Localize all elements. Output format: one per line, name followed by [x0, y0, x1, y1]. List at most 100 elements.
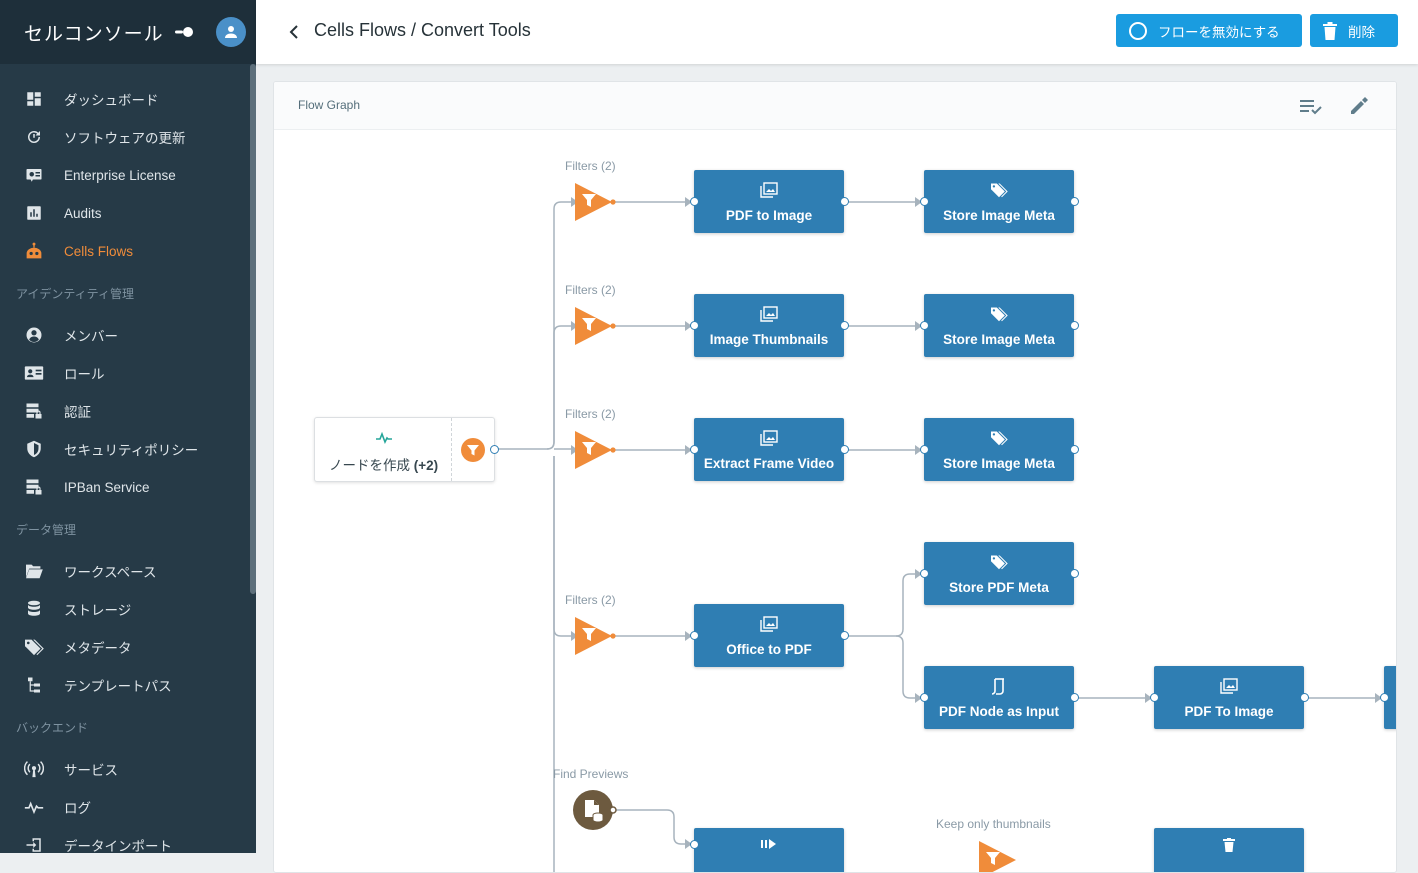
- output-port[interactable]: [490, 445, 499, 454]
- sidebar-item-ipban[interactable]: IPBan Service: [0, 468, 250, 506]
- output-port[interactable]: [840, 631, 849, 640]
- input-port[interactable]: [920, 569, 929, 578]
- sidebar-item-enterprise-license[interactable]: Enterprise License: [0, 156, 250, 194]
- output-port[interactable]: [840, 197, 849, 206]
- disable-flow-button[interactable]: フローを無効にする: [1116, 14, 1302, 47]
- input-port[interactable]: [1150, 693, 1159, 702]
- filter-icon[interactable]: [574, 182, 618, 227]
- image-multiple-icon: [694, 182, 844, 198]
- output-port[interactable]: [840, 445, 849, 454]
- sidebar-item-cells-flows[interactable]: Cells Flows: [0, 232, 250, 270]
- filter-label: Filters (2): [565, 407, 616, 421]
- shield-icon: [24, 439, 44, 459]
- node-label: Store PDF Meta: [949, 580, 1049, 595]
- start-node[interactable]: ノードを作成 (+2): [314, 417, 499, 482]
- action-node-partial[interactable]: [1380, 666, 1396, 729]
- update-icon: [24, 127, 44, 147]
- action-node-extract-frame-video[interactable]: Extract Frame Video: [690, 418, 849, 481]
- input-port[interactable]: [920, 693, 929, 702]
- output-port[interactable]: [1070, 321, 1079, 330]
- input-port[interactable]: [1380, 693, 1389, 702]
- sidebar-item-metadata[interactable]: メタデータ: [0, 628, 250, 666]
- keep-thumbnails-label: Keep only thumbnails: [936, 817, 1051, 831]
- filter-icon[interactable]: [460, 437, 486, 468]
- avatar[interactable]: [216, 17, 246, 47]
- sidebar-scrollbar[interactable]: [250, 64, 256, 594]
- sidebar-item-storage[interactable]: ストレージ: [0, 590, 250, 628]
- circle-outline-icon: [1128, 21, 1148, 41]
- sidebar-item-workspaces[interactable]: ワークスペース: [0, 552, 250, 590]
- filter-icon[interactable]: [574, 616, 618, 661]
- node-label: Store Image Meta: [943, 456, 1055, 471]
- sidebar: セルコンソール ダッシュボード ソフトウェアの更新 Enterprise Lic…: [0, 0, 256, 853]
- action-node-pdf-to-image[interactable]: PDF to Image: [690, 170, 849, 233]
- image-multiple-icon: [694, 430, 844, 446]
- sidebar-item-label: データインポート: [64, 839, 172, 853]
- input-port[interactable]: [690, 631, 699, 640]
- pulse-icon: [24, 797, 44, 817]
- sidebar-item-dashboard[interactable]: ダッシュボード: [0, 80, 250, 118]
- start-node-divider: [451, 418, 452, 481]
- output-port[interactable]: [1070, 569, 1079, 578]
- filter-icon[interactable]: [574, 430, 618, 475]
- delete-button[interactable]: 削除: [1310, 14, 1398, 47]
- sidebar-item-label: ダッシュボード: [64, 93, 159, 108]
- filter-icon[interactable]: [978, 840, 1022, 872]
- input-port[interactable]: [920, 445, 929, 454]
- sidebar-item-label: ログ: [64, 801, 91, 816]
- output-port[interactable]: [1070, 693, 1079, 702]
- action-node-pdf-node-as-input[interactable]: PDF Node as Input: [920, 666, 1079, 729]
- output-port[interactable]: [840, 321, 849, 330]
- action-node-image-thumbnails[interactable]: Image Thumbnails: [690, 294, 849, 357]
- action-node-video[interactable]: [690, 828, 844, 872]
- top-bar: Cells Flows / Convert Tools フローを無効にする 削除: [256, 0, 1418, 64]
- sidebar-item-label: 認証: [64, 405, 91, 420]
- sidebar-item-roles[interactable]: ロール: [0, 354, 250, 392]
- sidebar-item-security-policy[interactable]: セキュリティポリシー: [0, 430, 250, 468]
- input-port[interactable]: [690, 197, 699, 206]
- section-data: データ管理: [16, 522, 77, 537]
- action-node-store-image-meta[interactable]: Store Image Meta: [920, 170, 1079, 233]
- node-label: PDF to Image: [725, 208, 813, 223]
- input-port[interactable]: [690, 840, 699, 849]
- action-node-store-pdf-meta[interactable]: Store PDF Meta: [920, 542, 1079, 605]
- output-port[interactable]: [1070, 445, 1079, 454]
- output-port[interactable]: [1070, 197, 1079, 206]
- tags-icon: [924, 430, 1074, 446]
- action-node-store-image-meta[interactable]: Store Image Meta: [920, 418, 1079, 481]
- sidebar-item-label: テンプレートパス: [64, 679, 172, 694]
- start-node-text: ノードを作成: [329, 458, 410, 473]
- node-label: Store Image Meta: [943, 332, 1055, 347]
- node-label: PDF Node as Input: [938, 704, 1059, 719]
- sidebar-item-data-import[interactable]: データインポート: [0, 826, 250, 853]
- action-node-office-to-pdf[interactable]: Office to PDF: [690, 604, 849, 667]
- input-port[interactable]: [690, 321, 699, 330]
- action-node-store-image-meta[interactable]: Store Image Meta: [920, 294, 1079, 357]
- tags-icon: [24, 637, 44, 657]
- input-port[interactable]: [690, 445, 699, 454]
- filter-icon[interactable]: [574, 306, 618, 351]
- sidebar-item-software-update[interactable]: ソフトウェアの更新: [0, 118, 250, 156]
- action-node-delete[interactable]: [1154, 828, 1304, 872]
- sidebar-item-audits[interactable]: Audits: [0, 194, 250, 232]
- action-node-pdf-to-image[interactable]: PDF To Image: [1150, 666, 1309, 729]
- sidebar-item-logs[interactable]: ログ: [0, 788, 250, 826]
- sidebar-item-template-paths[interactable]: テンプレートパス: [0, 666, 250, 704]
- sidebar-item-auth[interactable]: 認証: [0, 392, 250, 430]
- sidebar-item-members[interactable]: メンバー: [0, 316, 250, 354]
- back-arrow-icon[interactable]: [282, 20, 306, 44]
- server-lock-icon: [24, 477, 44, 497]
- file-database-icon[interactable]: [573, 789, 617, 836]
- license-icon: [24, 165, 44, 185]
- dashboard-icon: [24, 89, 44, 109]
- start-node-count: (+2): [413, 458, 439, 473]
- sidebar-item-services[interactable]: サービス: [0, 750, 250, 788]
- theme-toggle-icon[interactable]: [174, 26, 194, 38]
- output-port[interactable]: [1300, 693, 1309, 702]
- input-port[interactable]: [920, 197, 929, 206]
- filter-label: Filters (2): [565, 283, 616, 297]
- file-tree-icon: [24, 675, 44, 695]
- video-icon: [694, 838, 844, 850]
- delete-icon: [1154, 838, 1304, 852]
- input-port[interactable]: [920, 321, 929, 330]
